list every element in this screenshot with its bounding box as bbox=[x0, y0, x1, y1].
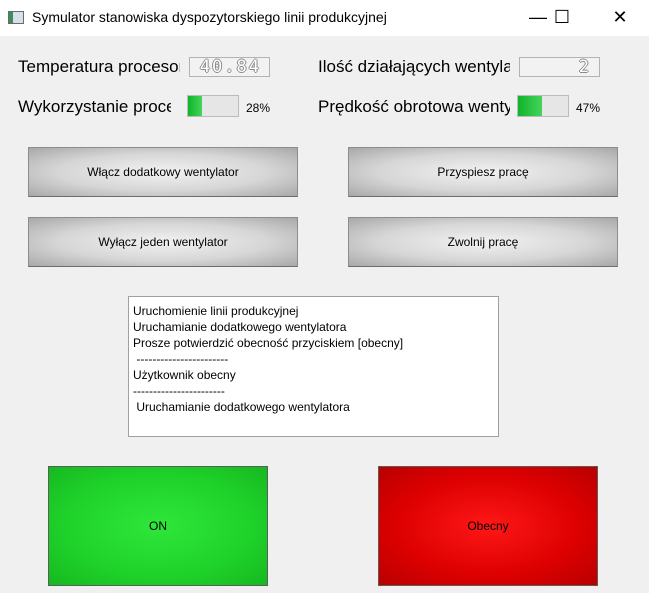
cpu-usage-label: Wykorzystanie procesora bbox=[18, 97, 171, 116]
log-line: Prosze potwierdzić obecność przyciskiem … bbox=[133, 336, 404, 350]
fan-speed-progress-fill bbox=[518, 96, 542, 116]
fan-speed-progress bbox=[517, 95, 569, 117]
app-icon bbox=[8, 11, 24, 24]
slow-down-button[interactable]: Zwolnij pracę bbox=[348, 217, 618, 267]
presence-confirm-button[interactable]: Obecny bbox=[378, 466, 598, 586]
title-bar[interactable]: Symulator stanowiska dyspozytorskiego li… bbox=[0, 0, 649, 36]
speed-up-button[interactable]: Przyspiesz pracę bbox=[348, 147, 618, 197]
active-fans-display: 2 bbox=[519, 57, 600, 77]
fan-speed-label: Prędkość obrotowa wentylatorów bbox=[318, 97, 510, 116]
enable-extra-fan-button[interactable]: Włącz dodatkowy wentylator bbox=[28, 147, 298, 197]
log-line: Uruchomienie linii produkcyjnej bbox=[133, 304, 299, 318]
on-status-button[interactable]: ON bbox=[48, 466, 268, 586]
log-line: Uruchamianie dodatkowego wentylatora bbox=[133, 320, 347, 334]
disable-fan-button[interactable]: Wyłącz jeden wentylator bbox=[28, 217, 298, 267]
active-fans-label: Ilość działających wentylatorów bbox=[318, 57, 510, 76]
maximize-button[interactable]: ☐ bbox=[539, 0, 585, 36]
cpu-usage-value: 28% bbox=[246, 101, 271, 115]
event-log[interactable]: Uruchomienie linii produkcyjnej Uruchami… bbox=[128, 296, 499, 437]
cpu-temperature-display: 40.84 bbox=[189, 57, 270, 77]
cpu-usage-progress-fill bbox=[188, 96, 202, 116]
cpu-usage-progress bbox=[187, 95, 239, 117]
log-line: Uruchamianie dodatkowego wentylatora bbox=[133, 400, 350, 414]
window-title: Symulator stanowiska dyspozytorskiego li… bbox=[32, 9, 387, 25]
close-button[interactable]: ✕ bbox=[597, 0, 643, 36]
fan-speed-value: 47% bbox=[576, 101, 601, 115]
log-line: Użytkownik obecny bbox=[133, 368, 236, 382]
log-line: ----------------------- bbox=[133, 384, 225, 398]
cpu-temperature-label: Temperatura procesora bbox=[18, 57, 180, 76]
log-line: ----------------------- bbox=[133, 352, 229, 366]
